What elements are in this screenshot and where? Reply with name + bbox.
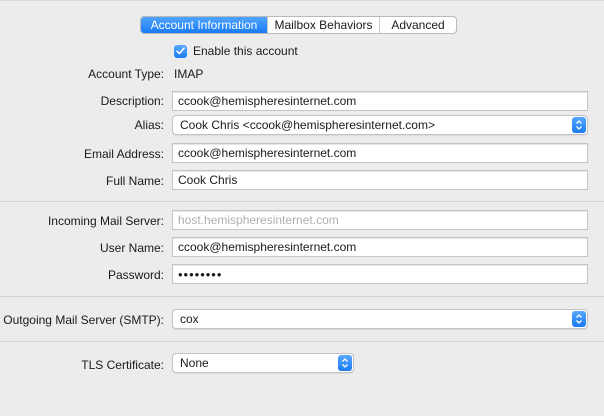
enable-account-checkbox[interactable] [174,44,187,58]
alias-popup-arrows [572,117,586,133]
enable-account-label: Enable this account [193,44,298,58]
tab-advanced[interactable]: Advanced [380,17,456,33]
up-down-arrows-icon [576,314,582,324]
tls-certificate-label: TLS Certificate: [81,358,164,372]
outgoing-server-popup[interactable]: cox [172,309,588,329]
password-label: Password: [107,268,164,282]
account-type-label: Account Type: [88,67,164,81]
password-field[interactable]: •••••••• [172,264,588,284]
email-address-field[interactable]: ccook@hemispheresinternet.com [172,143,588,163]
incoming-server-field[interactable]: host.hemispheresinternet.com [172,210,588,230]
user-name-field[interactable]: ccook@hemispheresinternet.com [172,237,588,257]
alias-value: Cook Chris <ccook@hemispheresinternet.co… [180,118,435,132]
tab-account-information[interactable]: Account Information [141,17,268,33]
full-name-label: Full Name: [105,174,164,188]
outgoing-server-popup-arrows [572,311,586,327]
window-top-border [0,0,604,1]
up-down-arrows-icon [342,358,348,368]
section-divider [0,341,604,342]
tls-certificate-popup-arrows [338,355,352,371]
enable-account-checkbox-row[interactable]: Enable this account [174,44,298,58]
section-divider [0,296,604,297]
alias-popup[interactable]: Cook Chris <ccook@hemispheresinternet.co… [172,115,588,135]
tls-certificate-value: None [180,356,209,370]
preferences-tab-bar: Account Information Mailbox Behaviors Ad… [140,16,457,34]
tab-mailbox-behaviors[interactable]: Mailbox Behaviors [268,17,380,33]
up-down-arrows-icon [576,120,582,130]
account-type-value: IMAP [174,67,204,81]
description-label: Description: [100,94,164,108]
email-address-label: Email Address: [83,147,164,161]
outgoing-server-label: Outgoing Mail Server (SMTP): [3,313,164,327]
incoming-server-label: Incoming Mail Server: [47,214,164,228]
outgoing-server-value: cox [180,312,199,326]
section-divider [0,201,604,202]
alias-label: Alias: [134,118,164,132]
full-name-field[interactable]: Cook Chris [172,170,588,190]
tls-certificate-popup[interactable]: None [172,353,354,373]
description-field[interactable]: ccook@hemispheresinternet.com [172,91,588,111]
user-name-label: User Name: [99,241,164,255]
checkmark-icon [176,47,185,55]
